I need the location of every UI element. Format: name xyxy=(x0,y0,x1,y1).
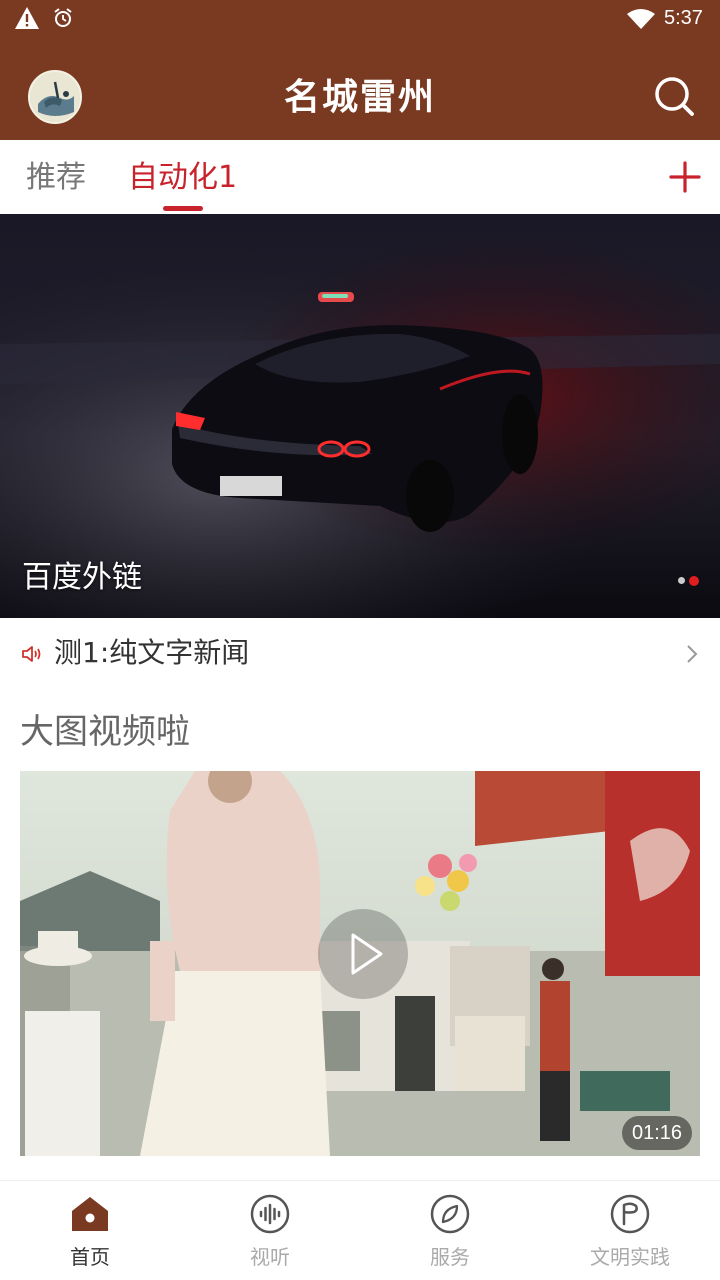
banner-carousel[interactable]: 百度外链 xyxy=(0,214,720,618)
app-header: 名城雷州 xyxy=(0,36,720,140)
news-notice-row[interactable]: 测1:纯文字新闻 xyxy=(0,618,720,690)
clock-time: 5:37 xyxy=(664,7,703,29)
app-title: 名城雷州 xyxy=(283,77,436,118)
tab-automation-1[interactable]: 自动化1 xyxy=(128,158,237,198)
nav-label-civilization-practice: 文明实践 xyxy=(590,1245,670,1269)
compass-icon xyxy=(430,1194,470,1234)
flag-circle-icon xyxy=(610,1194,650,1234)
play-icon xyxy=(351,933,383,975)
carousel-indicator xyxy=(676,574,706,586)
alarm-icon xyxy=(54,8,72,27)
nav-item-home[interactable]: 首页 xyxy=(0,1181,180,1280)
nav-label-audio-video: 视听 xyxy=(250,1245,290,1269)
notice-text: 测1:纯文字新闻 xyxy=(54,636,250,669)
nav-item-services[interactable]: 服务 xyxy=(360,1181,540,1280)
speaker-icon xyxy=(22,646,41,662)
carousel-dot-2-active xyxy=(689,576,699,586)
wifi-icon xyxy=(627,9,655,29)
search-icon[interactable] xyxy=(652,74,696,118)
chevron-right-icon[interactable] xyxy=(682,642,702,666)
status-bar: 5:37 xyxy=(0,0,720,36)
active-tab-indicator xyxy=(163,206,203,211)
carousel-dot-1 xyxy=(678,577,685,584)
banner-caption: 百度外链 xyxy=(22,560,142,595)
plus-icon[interactable] xyxy=(668,160,702,194)
bottom-navigation: 首页 视听 服务 文明实践 xyxy=(0,1180,720,1280)
audio-wave-icon xyxy=(250,1194,290,1234)
video-duration: 01:16 xyxy=(622,1116,693,1150)
play-button[interactable] xyxy=(318,909,408,999)
channel-tab-bar: 推荐 自动化1 xyxy=(0,140,720,214)
tab-recommend[interactable]: 推荐 xyxy=(26,158,86,198)
section-title: 大图视频啦 xyxy=(20,712,190,752)
nav-label-home: 首页 xyxy=(70,1245,110,1269)
warning-icon xyxy=(15,7,39,29)
nav-label-services: 服务 xyxy=(430,1245,470,1269)
video-card[interactable]: 01:16 xyxy=(20,771,700,1156)
home-icon xyxy=(72,1197,108,1231)
nav-item-audio-video[interactable]: 视听 xyxy=(180,1181,360,1280)
nav-item-civilization-practice[interactable]: 文明实践 xyxy=(540,1181,720,1280)
